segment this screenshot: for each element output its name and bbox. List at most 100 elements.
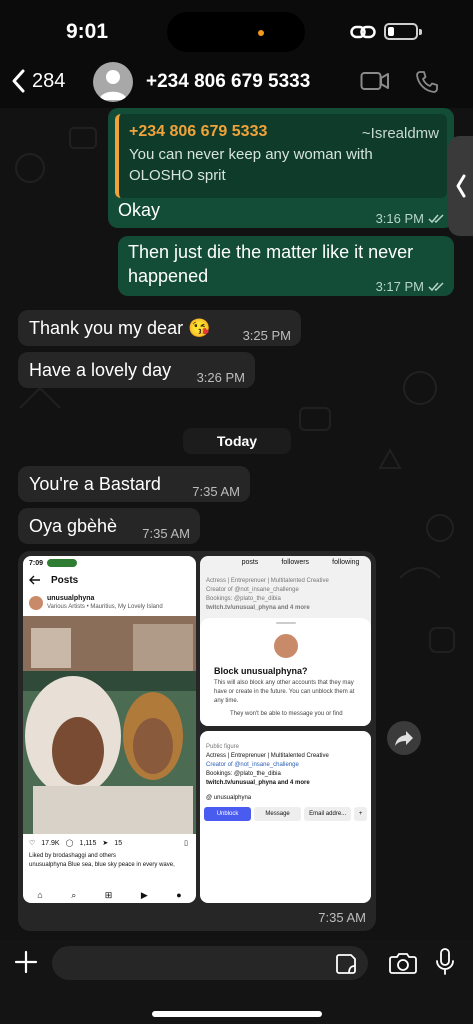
shot-song: Various Artists • Mauritius, My Lovely I…	[47, 604, 163, 610]
message-time: 7:35 AM	[192, 484, 240, 499]
image-message[interactable]: 7:09 Posts unusualphyna Various Artists …	[18, 551, 376, 931]
message-text: Thank you my dear 😘	[29, 318, 211, 338]
privacy-indicator-dot	[258, 30, 264, 36]
message-incoming[interactable]: Have a lovely day 3:26 PM	[18, 352, 255, 388]
message-input[interactable]	[52, 946, 368, 980]
shot-actions: ♡ 17.9K ◯ 1,115 ➤ 15 ▯	[23, 834, 196, 852]
threads-icon: @	[206, 795, 214, 801]
post-photo	[23, 616, 196, 834]
quote-text: You can never keep any woman with OLOSHO…	[129, 146, 373, 184]
status-bar: 9:01	[0, 0, 473, 60]
shot-bio-dim: Actress | Entreprenuer | Multitalented C…	[200, 567, 371, 613]
profile-category: Public figure	[206, 744, 240, 750]
shot-profile-bio: Public figure Actress | Entreprenuer | M…	[200, 731, 371, 803]
reels-icon: ▶	[140, 889, 148, 900]
shot-comments: 1,115	[79, 839, 97, 847]
double-check-icon	[428, 214, 444, 224]
message-meta: 3:17 PM	[376, 275, 446, 299]
shot-status-pill	[47, 559, 78, 567]
plus-icon[interactable]	[14, 950, 38, 974]
chat-area[interactable]: +234 806 679 5333 ~Isrealdmw You can nev…	[0, 108, 473, 940]
stat-following: following	[332, 559, 360, 566]
message-button[interactable]: Message	[254, 807, 302, 821]
message-text: You're a Bastard	[29, 474, 161, 494]
message-meta: 3:16 PM	[376, 207, 446, 231]
microphone-icon[interactable]	[435, 948, 455, 976]
quote-author: +234 806 679 5333	[129, 123, 268, 140]
screenshot-profile[interactable]: Public figure Actress | Entreprenuer | M…	[200, 731, 371, 903]
chat-header: 284 +234 806 679 5333	[0, 60, 473, 108]
heart-icon: ♡	[29, 839, 36, 847]
shot-author-avatar	[29, 596, 43, 610]
stat-followers: followers	[281, 559, 310, 566]
contact-avatar[interactable]	[93, 62, 133, 102]
profile-icon: ●	[176, 890, 182, 900]
quote-alias: ~Isrealdmw	[361, 125, 439, 142]
sheet-title: Block unusualphyna?	[214, 666, 308, 676]
share-icon: ➤	[102, 839, 109, 847]
message-time: 3:26 PM	[196, 370, 245, 385]
search-icon: ⌕	[71, 889, 77, 900]
shot-posts-title: Posts	[51, 574, 79, 586]
message-incoming[interactable]: You're a Bastard 7:35 AM	[18, 466, 250, 502]
sticker-icon[interactable]	[335, 953, 357, 975]
message-outgoing[interactable]: Then just die the matter like it never h…	[118, 236, 454, 296]
shot-bottom-nav: ⌂ ⌕ ⊞ ▶ ●	[23, 887, 196, 903]
shot-username: unusualphyna	[47, 595, 95, 602]
unblock-button[interactable]: Unblock	[204, 807, 252, 821]
comment-icon: ◯	[65, 839, 74, 847]
shot-shares: 15	[114, 839, 123, 847]
screenshot-instagram-post[interactable]: 7:09 Posts unusualphyna Various Artists …	[23, 556, 196, 903]
double-check-icon	[428, 282, 444, 292]
bio-line: Creator of @not_insane_challenge	[206, 587, 299, 593]
forward-icon	[395, 731, 413, 746]
chevron-left-icon	[12, 69, 25, 93]
camera-icon[interactable]	[389, 952, 417, 974]
message-text: Okay	[118, 200, 161, 220]
screenshot-block-sheet[interactable]: posts followers following Actress | Entr…	[200, 556, 371, 726]
message-text: Oya gbèhè	[29, 516, 118, 536]
sheet-note: They won't be able to message you or fin…	[230, 711, 343, 717]
bio-line: Actress | Entreprenuer | Multitalented C…	[206, 578, 329, 584]
sheet-text: This will also block any other accounts …	[214, 680, 355, 704]
shot-status-bar: 7:09	[23, 556, 196, 570]
home-indicator[interactable]	[152, 1011, 322, 1017]
bio-line: Actress | Entreprenuer | Multitalented C…	[206, 753, 329, 759]
message-outgoing-reply[interactable]: +234 806 679 5333 ~Isrealdmw You can nev…	[108, 108, 454, 228]
battery-icon	[384, 23, 418, 40]
back-button[interactable]: 284	[10, 68, 65, 94]
bio-line: Bookings: @plato_the_dibia	[206, 596, 281, 602]
message-time: 3:17 PM	[375, 279, 424, 294]
date-divider: Today	[183, 428, 291, 454]
add-person-icon[interactable]: +	[354, 807, 368, 821]
sheet-grabber	[275, 622, 296, 624]
bio-line: Creator of @not_insane_challenge	[206, 762, 299, 768]
shot-liked-by: Liked by brodashaggi and others	[29, 853, 117, 859]
email-button[interactable]: Email addre...	[304, 807, 352, 821]
status-time: 9:01	[66, 20, 109, 43]
shot-caption: unusualphyna Blue sea, blue sky peace in…	[29, 862, 175, 868]
dynamic-island	[167, 12, 305, 52]
message-incoming[interactable]: Thank you my dear 😘 3:25 PM	[18, 310, 301, 346]
unread-count: 284	[32, 69, 66, 92]
side-panel-tab[interactable]	[448, 136, 473, 236]
shot-stats: posts followers following	[200, 556, 371, 567]
add-post-icon: ⊞	[104, 889, 113, 900]
person-icon	[99, 70, 127, 100]
chevron-left-icon	[456, 174, 466, 198]
video-call-icon[interactable]	[360, 70, 390, 92]
block-sheet[interactable]: Block unusualphyna? This will also block…	[200, 618, 371, 726]
stat-posts: posts	[241, 559, 259, 566]
composer-bar	[0, 940, 473, 1024]
message-incoming[interactable]: Oya gbèhè 7:35 AM	[18, 508, 200, 544]
message-time: 3:16 PM	[375, 211, 424, 226]
message-time: 7:35 AM	[318, 910, 366, 925]
threads-handle: @ unusualphyna	[206, 794, 365, 803]
bio-link: twitch.tv/unusual_phyna and 4 more	[206, 605, 310, 611]
forward-button[interactable]	[387, 721, 421, 755]
contact-name[interactable]: +234 806 679 5333	[146, 71, 310, 93]
message-text: Have a lovely day	[29, 360, 172, 380]
shot-status-time: 7:09	[29, 559, 44, 567]
quoted-message[interactable]: +234 806 679 5333 ~Isrealdmw You can nev…	[115, 114, 447, 198]
phone-call-icon[interactable]	[415, 70, 439, 94]
